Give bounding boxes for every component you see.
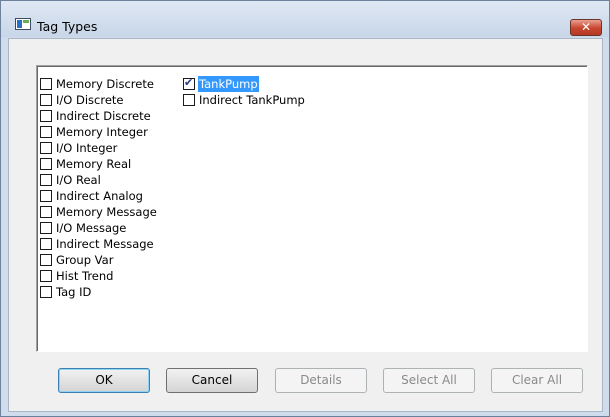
tag-type-label: I/O Real — [56, 173, 101, 187]
checkbox-checked[interactable] — [183, 76, 195, 90]
ok-button[interactable]: OK — [58, 368, 150, 393]
checkbox[interactable] — [40, 222, 52, 234]
checkbox[interactable] — [40, 254, 52, 266]
tag-type-label: Indirect Discrete — [56, 109, 151, 123]
clear-all-button[interactable]: Clear All — [491, 368, 583, 393]
tag-type-label: Hist Trend — [56, 269, 114, 283]
tag-type-label: Memory Real — [56, 157, 132, 171]
checkbox[interactable] — [40, 238, 52, 250]
checkbox[interactable] — [40, 94, 52, 106]
checkbox[interactable] — [40, 142, 52, 154]
tag-type-label: Indirect Message — [56, 237, 154, 251]
tag-type-list: Memory Discrete I/O Discrete Indirect Di… — [36, 65, 588, 352]
checkbox[interactable] — [40, 174, 52, 186]
title-bar: Tag Types ✕ — [1, 1, 609, 37]
checkbox[interactable] — [40, 126, 52, 138]
tag-type-label: Memory Integer — [56, 125, 148, 139]
checkbox[interactable] — [40, 158, 52, 170]
tag-type-label: Indirect Analog — [56, 189, 143, 203]
checkbox[interactable] — [40, 78, 52, 90]
checkbox[interactable] — [183, 94, 195, 106]
tag-type-label: Group Var — [56, 253, 114, 267]
checkbox[interactable] — [40, 286, 52, 298]
dialog-client-area: Memory Discrete I/O Discrete Indirect Di… — [8, 38, 603, 412]
tag-type-label: I/O Integer — [56, 141, 118, 155]
checkbox[interactable] — [40, 110, 52, 122]
tag-types-dialog: Tag Types ✕ Memory Discrete I/O Discrete… — [0, 0, 610, 417]
select-all-button[interactable]: Select All — [383, 368, 475, 393]
checkbox[interactable] — [40, 206, 52, 218]
window-title: Tag Types — [37, 19, 98, 34]
tag-type-label: Tag ID — [56, 285, 92, 299]
window-app-icon — [15, 18, 31, 30]
tag-type-label: I/O Discrete — [56, 93, 124, 107]
close-icon[interactable]: ✕ — [570, 19, 602, 36]
tag-type-label: Memory Discrete — [56, 77, 154, 91]
tag-type-label: Memory Message — [56, 205, 157, 219]
checkbox[interactable] — [40, 190, 52, 202]
checkbox[interactable] — [40, 270, 52, 282]
cancel-button[interactable]: Cancel — [166, 368, 258, 393]
tag-type-label: Indirect TankPump — [199, 93, 305, 107]
tag-type-label: TankPump — [198, 76, 259, 92]
tag-type-label: I/O Message — [56, 221, 127, 235]
details-button[interactable]: Details — [275, 368, 367, 393]
